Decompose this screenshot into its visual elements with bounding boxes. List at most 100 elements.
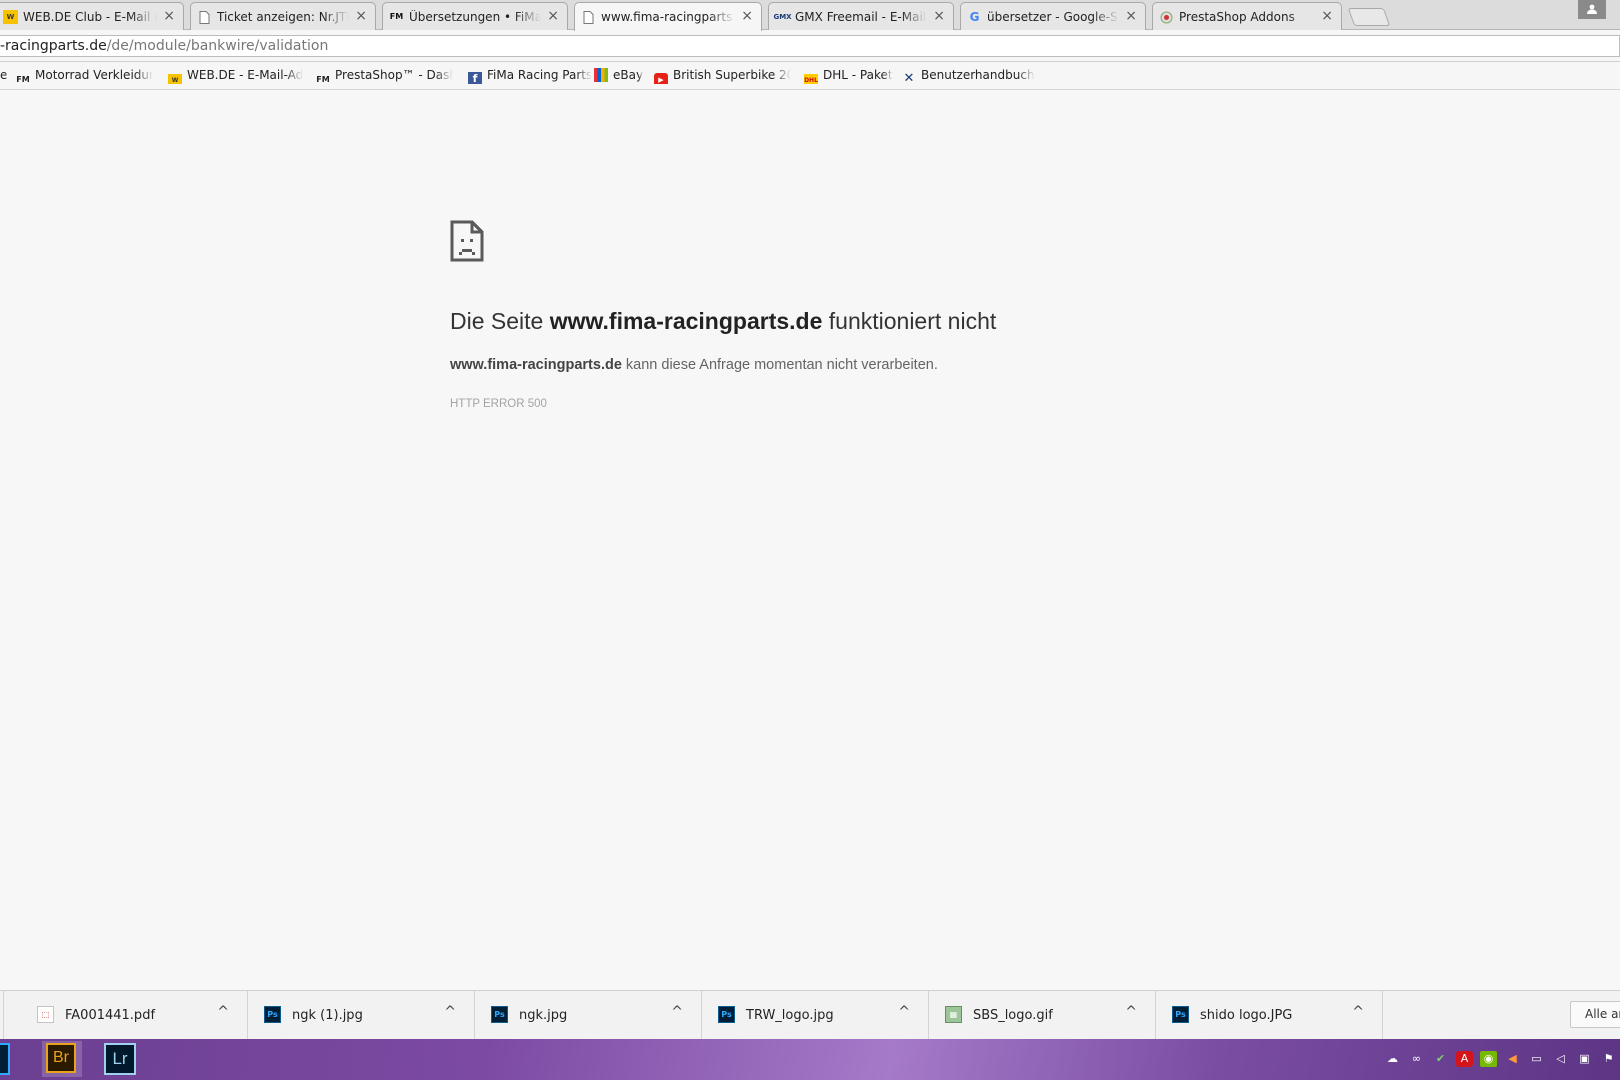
tab-gmx[interactable]: GMX GMX Freemail - E-Mail m × bbox=[768, 2, 954, 30]
bridge-taskbar-icon: Br bbox=[46, 1043, 76, 1073]
link-icon[interactable]: ∞ bbox=[1408, 1051, 1425, 1067]
bookmark-webde[interactable]: W WEB.DE - E-Mail-Adre bbox=[168, 68, 306, 84]
volume-icon[interactable]: ◁ bbox=[1552, 1051, 1569, 1067]
tab-uebersetzungen[interactable]: FM Übersetzungen • FiMa-R × bbox=[382, 2, 568, 30]
bookmark-dhl[interactable]: DHL DHL - Paket bbox=[804, 68, 900, 84]
photoshop-icon: Ps bbox=[1172, 1006, 1189, 1023]
close-icon[interactable]: × bbox=[741, 8, 753, 24]
youtube-icon: ▶ bbox=[654, 73, 668, 84]
close-icon[interactable]: × bbox=[933, 8, 945, 24]
tab-webde-club[interactable]: W WEB.DE Club - E-Mail m × bbox=[0, 2, 184, 30]
bookmark-item[interactable]: e bbox=[0, 68, 10, 84]
show-all-downloads-button[interactable]: Alle an bbox=[1570, 1001, 1620, 1028]
dhl-icon: DHL bbox=[804, 74, 818, 84]
system-tray: ☁ ∞ ✔ A ◉ ◀ ▭ ◁ ▣ ⚑ bbox=[1384, 1051, 1617, 1069]
download-item[interactable]: Ps ngk (1).jpg ^ bbox=[248, 991, 475, 1039]
bookmark-label: PrestaShop™ - Dashb bbox=[335, 68, 453, 82]
close-icon[interactable]: × bbox=[547, 8, 559, 24]
tools-icon: ✕ bbox=[903, 71, 915, 85]
tab-fima-racingparts[interactable]: www.fima-racingparts.de × bbox=[574, 2, 762, 31]
bridge-taskbar-button[interactable]: Br bbox=[42, 1041, 82, 1077]
tab-title: übersetzer - Google-Sucl bbox=[987, 10, 1119, 24]
onedrive-icon[interactable]: ☁ bbox=[1384, 1051, 1401, 1067]
taskbar: S Br Lr ☁ ∞ ✔ A ◉ ◀ ▭ ◁ ▣ ⚑ bbox=[0, 1039, 1620, 1080]
gmx-icon: GMX bbox=[773, 12, 792, 21]
bookmark-prestashop-dashboard[interactable]: FM PrestaShop™ - Dashb bbox=[316, 68, 456, 84]
nvidia-icon[interactable]: ◉ bbox=[1480, 1051, 1497, 1067]
download-item[interactable]: Ps shido logo.JPG ^ bbox=[1156, 991, 1383, 1039]
chevron-up-icon[interactable]: ^ bbox=[444, 1004, 456, 1020]
bookmarks-bar: e FM Motorrad Verkleidung W WEB.DE - E-Mai… bbox=[0, 62, 1620, 90]
bookmark-label: eBay bbox=[613, 68, 644, 82]
flag-icon[interactable]: ⚑ bbox=[1600, 1051, 1617, 1067]
webde-icon: W bbox=[3, 10, 18, 24]
fima-icon: FM bbox=[389, 12, 404, 21]
acrobat-icon[interactable]: A bbox=[1456, 1051, 1473, 1067]
facebook-icon: f bbox=[468, 72, 482, 84]
close-icon[interactable]: × bbox=[163, 8, 175, 24]
tab-title: GMX Freemail - E-Mail m bbox=[795, 10, 927, 24]
download-item[interactable]: Ps TRW_logo.jpg ^ bbox=[702, 991, 929, 1039]
address-bar[interactable]: -racingparts.de/de/module/bankwire/valid… bbox=[0, 35, 1620, 57]
chevron-up-icon[interactable]: ^ bbox=[671, 1004, 683, 1020]
page-icon bbox=[197, 10, 212, 24]
close-icon[interactable]: × bbox=[1321, 8, 1333, 24]
bookmark-british-superbike[interactable]: ▶ British Superbike 2013 bbox=[654, 68, 794, 84]
prestashop-icon bbox=[1159, 10, 1174, 24]
tab-title: PrestaShop Addons bbox=[1179, 10, 1295, 24]
gif-image-icon: ▦ bbox=[945, 1006, 962, 1023]
sad-page-icon bbox=[450, 220, 484, 262]
bookmark-motorrad-verkleidung[interactable]: FM Motorrad Verkleidung bbox=[16, 68, 156, 84]
chevron-up-icon[interactable]: ^ bbox=[1125, 1004, 1137, 1020]
download-filename: ngk.jpg bbox=[519, 1008, 568, 1023]
error-title-host: www.fima-racingparts.de bbox=[549, 308, 823, 334]
pdf-icon: ⬚ bbox=[37, 1006, 54, 1023]
error-code: HTTP ERROR 500 bbox=[450, 398, 547, 410]
tab-prestashop-addons[interactable]: PrestaShop Addons × bbox=[1152, 2, 1342, 30]
download-filename: FA001441.pdf bbox=[65, 1008, 156, 1023]
tab-google[interactable]: G übersetzer - Google-Sucl × bbox=[960, 2, 1146, 30]
chevron-up-icon[interactable]: ^ bbox=[1352, 1004, 1364, 1020]
page-icon bbox=[581, 10, 596, 24]
profile-icon[interactable] bbox=[1578, 0, 1606, 19]
photoshop-icon: Ps bbox=[491, 1006, 508, 1023]
bookmark-benutzerhandbuch[interactable]: ✕ Benutzerhandbuch Pr bbox=[902, 68, 1036, 84]
tab-title: Übersetzungen • FiMa-R bbox=[409, 10, 541, 24]
fima-icon: FM bbox=[316, 75, 330, 84]
tab-title: Ticket anzeigen: Nr.JTB-8 bbox=[217, 10, 349, 24]
download-item[interactable]: ⬚ FA001441.pdf ^ bbox=[21, 991, 248, 1039]
chevron-up-icon[interactable]: ^ bbox=[898, 1004, 910, 1020]
download-filename: SBS_logo.gif bbox=[973, 1008, 1053, 1023]
close-icon[interactable]: × bbox=[355, 8, 367, 24]
google-icon: G bbox=[969, 10, 980, 24]
fima-icon: FM bbox=[16, 75, 30, 84]
download-item[interactable]: ▦ SBS_logo.gif ^ bbox=[929, 991, 1156, 1039]
tab-title: www.fima-racingparts.de bbox=[601, 10, 735, 24]
download-filename: ngk (1).jpg bbox=[292, 1008, 363, 1023]
speaker-muted-icon[interactable]: ◀ bbox=[1504, 1051, 1521, 1067]
download-item-partial[interactable] bbox=[0, 991, 4, 1039]
security-icon[interactable]: ✔ bbox=[1432, 1051, 1449, 1067]
network-icon[interactable]: ▭ bbox=[1528, 1051, 1545, 1067]
bookmark-ebay[interactable]: eBay bbox=[594, 68, 650, 84]
display-icon[interactable]: ▣ bbox=[1576, 1051, 1593, 1067]
error-title: Die Seite www.fima-racingparts.de funkti… bbox=[450, 308, 996, 335]
ebay-icon bbox=[594, 68, 608, 82]
bookmark-label: British Superbike 2013 bbox=[673, 68, 791, 82]
new-tab-button[interactable] bbox=[1347, 8, 1391, 26]
photoshop-taskbar-icon[interactable]: S bbox=[0, 1043, 10, 1075]
bookmark-label: DHL - Paket bbox=[823, 68, 893, 82]
photoshop-icon: Ps bbox=[718, 1006, 735, 1023]
download-item[interactable]: Ps ngk.jpg ^ bbox=[475, 991, 702, 1039]
error-title-prefix: Die Seite bbox=[450, 308, 550, 334]
tab-strip: W WEB.DE Club - E-Mail m × Ticket anzeig… bbox=[0, 0, 1620, 31]
photoshop-icon: Ps bbox=[264, 1006, 281, 1023]
bookmark-fima-facebook[interactable]: f FiMa Racing Parts bbox=[468, 68, 594, 84]
bookmark-label: e bbox=[0, 68, 8, 82]
lightroom-taskbar-icon[interactable]: Lr bbox=[104, 1043, 136, 1075]
tab-ticket[interactable]: Ticket anzeigen: Nr.JTB-8 × bbox=[190, 2, 376, 30]
url-path: /de/module/bankwire/validation bbox=[106, 38, 329, 54]
download-filename: shido logo.JPG bbox=[1200, 1008, 1293, 1023]
close-icon[interactable]: × bbox=[1125, 8, 1137, 24]
chevron-up-icon[interactable]: ^ bbox=[217, 1004, 229, 1020]
